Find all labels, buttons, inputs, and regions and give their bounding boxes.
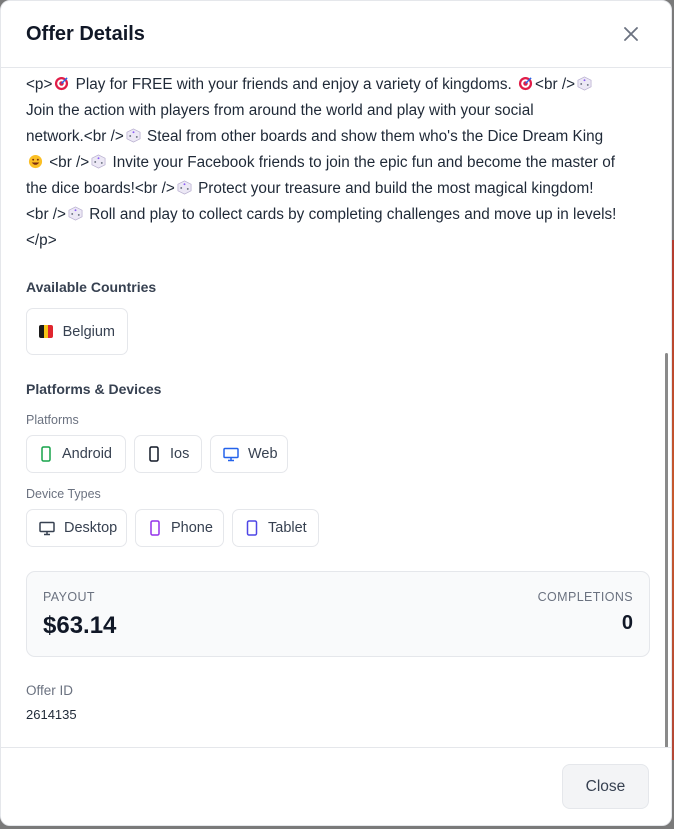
offer-details-modal: Offer Details <p> Play for FREE with you… (0, 0, 672, 826)
description-text: <br /> (535, 76, 575, 93)
device-chip-desktop: Desktop (26, 509, 127, 547)
device-label: Desktop (64, 520, 118, 536)
target-emoji-icon (54, 74, 69, 91)
platform-chip-web: Web (210, 435, 288, 473)
offer-id-value: 2614135 (26, 707, 77, 722)
platform-chip-ios: Ios (134, 435, 202, 473)
description-text: the dice boards!<br /> (26, 180, 175, 197)
platforms-label: Platforms (26, 413, 79, 427)
payout-card: PAYOUT $63.14 COMPLETIONS 0 (26, 571, 650, 657)
description-text: <br /> (45, 154, 90, 171)
description-text: <br /> (26, 206, 66, 223)
description-text: network.<br /> (26, 128, 124, 145)
platform-chip-android: Android (26, 435, 126, 473)
available-countries-heading: Available Countries (26, 279, 157, 295)
description-text: Invite your Facebook friends to join the… (108, 154, 616, 171)
dice-emoji-icon (68, 204, 83, 221)
payout-label: PAYOUT (43, 590, 95, 604)
payout-value: $63.14 (43, 612, 117, 639)
grin-emoji-icon (28, 152, 43, 169)
description-line: <br /> Invite your Facebook friends to j… (26, 150, 656, 176)
device-label: Phone (171, 520, 213, 536)
description-line: network.<br /> Steal from other boards a… (26, 124, 656, 150)
description-text: </p> (26, 232, 57, 249)
country-chip-belgium: Belgium (26, 308, 128, 355)
close-button[interactable]: Close (562, 764, 649, 809)
platforms-devices-heading: Platforms & Devices (26, 381, 162, 397)
scrollbar[interactable] (665, 353, 668, 749)
monitor-icon (39, 520, 55, 536)
monitor-icon (223, 446, 239, 462)
completions-value: 0 (621, 612, 633, 634)
description-text: Roll and play to collect cards by comple… (84, 206, 617, 223)
smartphone-icon (39, 446, 53, 462)
modal-title: Offer Details (26, 22, 145, 45)
description-text: Protect your treasure and build the most… (193, 180, 594, 197)
description-text: Steal from other boards and show them wh… (142, 128, 604, 145)
description-line: the dice boards!<br /> Protect your trea… (26, 176, 656, 202)
device-chip-tablet: Tablet (232, 509, 319, 547)
modal-footer: Close (1, 747, 671, 825)
description-line: </p> (26, 228, 656, 254)
close-icon[interactable] (617, 20, 645, 48)
completions-label: COMPLETIONS (537, 590, 633, 604)
dice-emoji-icon (126, 126, 141, 143)
dice-emoji-icon (177, 178, 192, 195)
description-line: Join the action with players from around… (26, 98, 656, 124)
target-emoji-icon (518, 74, 533, 91)
country-label: Belgium (62, 323, 115, 340)
modal-header: Offer Details (1, 1, 671, 68)
tablet-icon (245, 520, 259, 536)
device-types-label: Device Types (26, 487, 101, 501)
offer-id-label: Offer ID (26, 683, 74, 698)
description-text: <p> (26, 76, 53, 93)
offer-description: <p> Play for FREE with your friends and … (26, 68, 656, 254)
description-text: Join the action with players from around… (26, 102, 534, 119)
smartphone-icon (148, 520, 162, 536)
device-label: Tablet (268, 520, 307, 536)
description-line: <br /> Roll and play to collect cards by… (26, 202, 656, 228)
description-text: Play for FREE with your friends and enjo… (71, 76, 517, 93)
dice-emoji-icon (577, 74, 592, 91)
platform-label: Android (62, 446, 112, 462)
dice-emoji-icon (91, 152, 106, 169)
description-line: <p> Play for FREE with your friends and … (26, 72, 656, 98)
modal-body[interactable]: <p> Play for FREE with your friends and … (1, 68, 671, 749)
belgium-flag-icon (39, 325, 53, 338)
smartphone-icon (147, 446, 161, 462)
platform-label: Ios (170, 446, 190, 462)
device-chip-phone: Phone (135, 509, 224, 547)
platform-label: Web (248, 446, 278, 462)
